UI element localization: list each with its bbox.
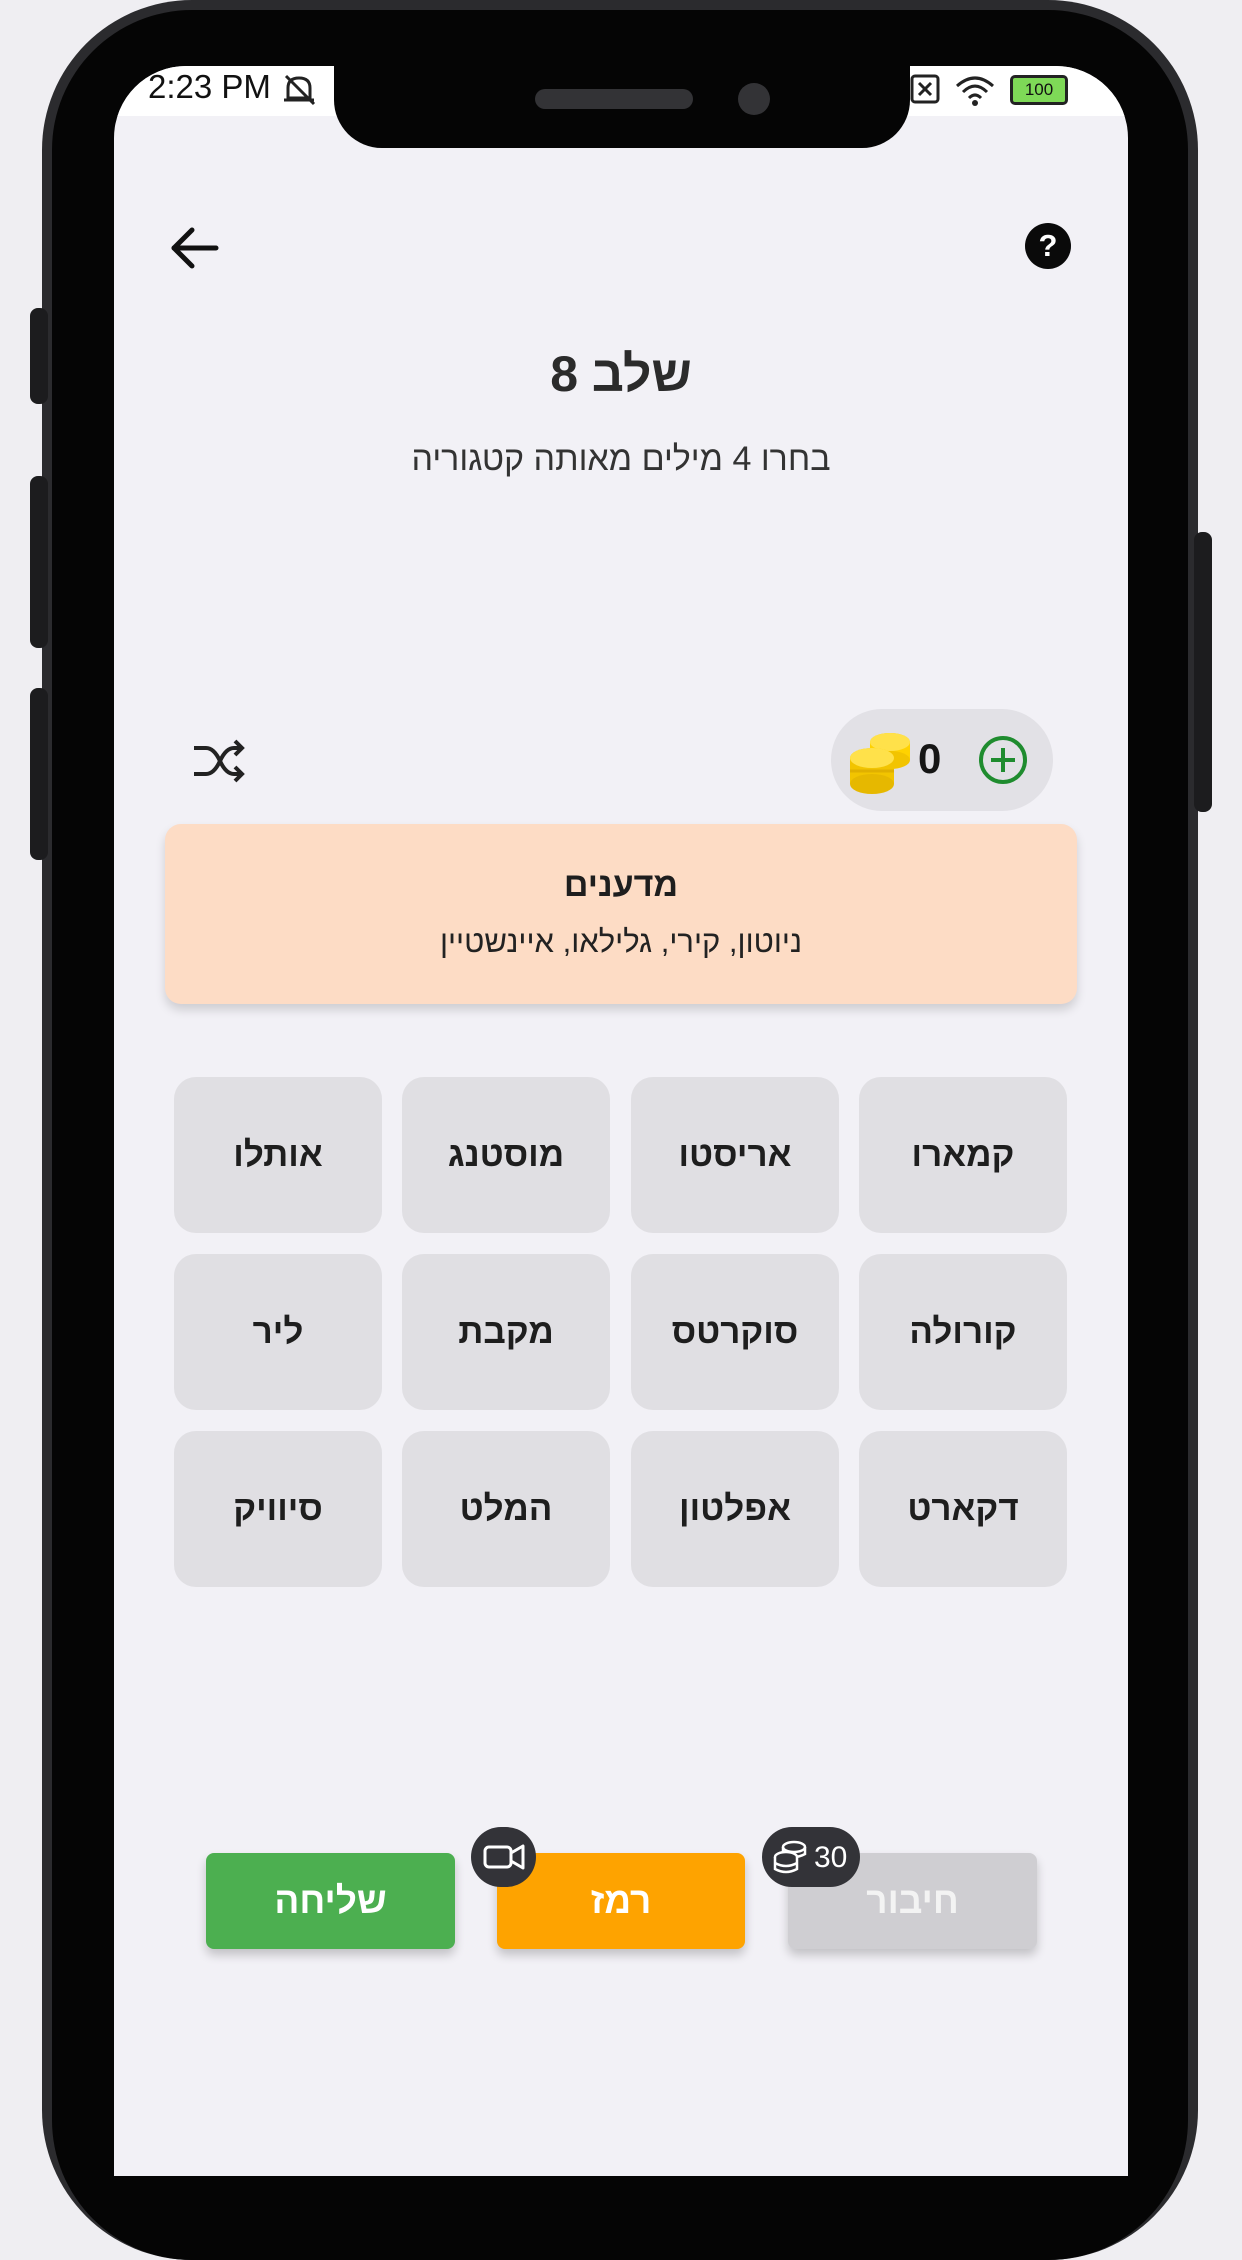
arrow-left-icon xyxy=(171,227,219,269)
word-tile[interactable]: סוקרטס xyxy=(631,1254,839,1410)
send-button[interactable]: שליחה xyxy=(206,1853,455,1949)
shuffle-icon xyxy=(194,739,245,783)
instructions: בחרו 4 מילים מאותה קטגוריה xyxy=(411,440,831,478)
word-tile[interactable]: המלט xyxy=(402,1431,610,1587)
status-time: 2:23 PM xyxy=(148,68,271,105)
category-name: מדענים xyxy=(563,866,679,904)
speaker xyxy=(535,89,693,109)
phone-side-button xyxy=(30,308,48,404)
coin-stack-icon xyxy=(848,728,912,794)
word-tile[interactable]: מוסטנג xyxy=(402,1077,610,1233)
phone-power-button xyxy=(1194,532,1212,812)
coin-stack-icon xyxy=(773,1840,807,1874)
word-tile[interactable]: אותלו xyxy=(174,1077,382,1233)
back-button[interactable] xyxy=(166,220,222,276)
word-tile[interactable]: מקבת xyxy=(402,1254,610,1410)
level-title: שלב 8 xyxy=(550,346,692,402)
word-tile[interactable]: ליר xyxy=(174,1254,382,1410)
plus-circle-icon xyxy=(979,736,1027,784)
category-words: ניוטון, קירי, גלילאו, איינשטיין xyxy=(439,924,803,959)
help-button[interactable]: ? xyxy=(1025,223,1071,269)
wifi-icon xyxy=(953,72,997,108)
word-tile[interactable]: אריסטו xyxy=(631,1077,839,1233)
phone-volume-down xyxy=(30,688,48,860)
word-tile[interactable]: קמארו xyxy=(859,1077,1067,1233)
phone-volume-up xyxy=(30,476,48,648)
word-tile[interactable]: סיוויק xyxy=(174,1431,382,1587)
muted-bell-icon xyxy=(278,70,320,108)
solved-category-card xyxy=(165,824,1077,1004)
coin-count: 0 xyxy=(918,735,942,782)
notification-icon xyxy=(910,74,940,104)
connect-cost-badge: 30 xyxy=(762,1827,860,1887)
connect-cost: 30 xyxy=(814,1841,848,1874)
hint-video-badge xyxy=(471,1827,536,1887)
word-tile[interactable]: דקארט xyxy=(859,1431,1067,1587)
video-camera-icon xyxy=(483,1844,525,1870)
word-tile[interactable]: אפלטון xyxy=(631,1431,839,1587)
front-camera xyxy=(738,83,770,115)
battery-indicator: 100 xyxy=(1010,75,1068,105)
add-coins-button[interactable] xyxy=(978,735,1028,785)
word-tile[interactable]: קורולה xyxy=(859,1254,1067,1410)
shuffle-button[interactable] xyxy=(190,736,248,786)
